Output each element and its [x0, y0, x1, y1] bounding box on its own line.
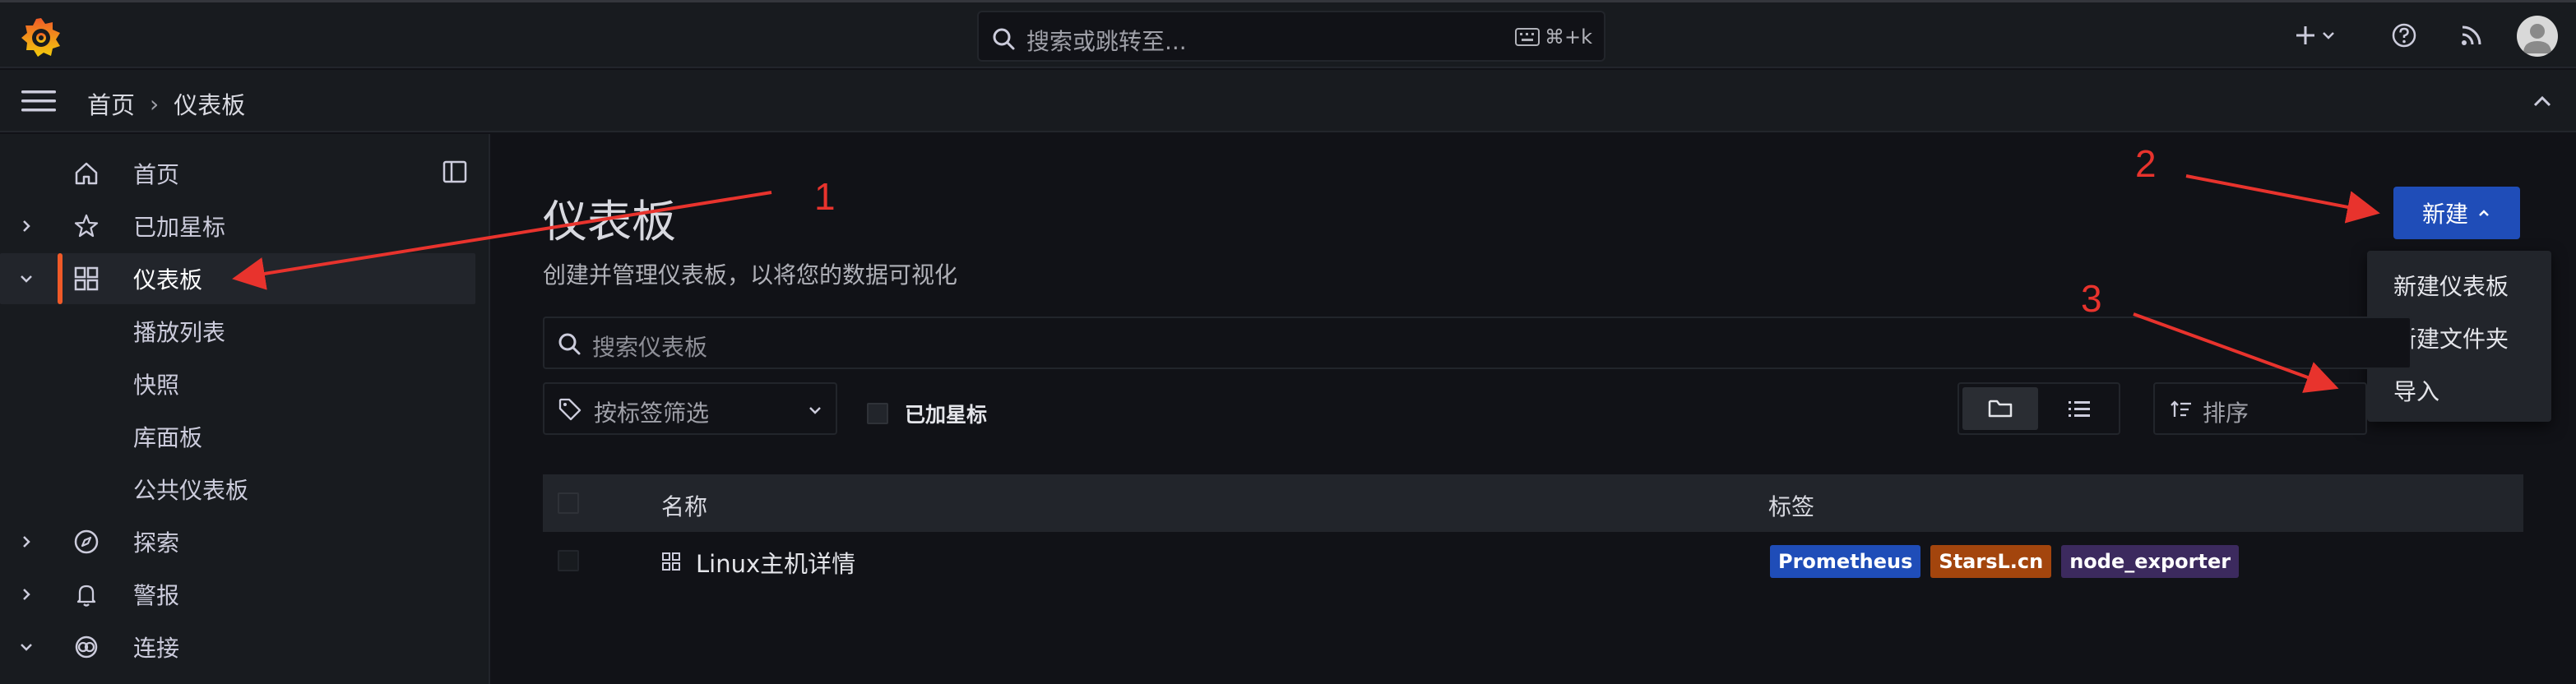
sidebar-item-label: 警报 [133, 582, 180, 609]
sidebar-item-starred[interactable]: 已加星标 [0, 201, 490, 252]
sort-placeholder: 排序 [2203, 400, 2249, 427]
compass-icon [74, 529, 99, 554]
add-new-button[interactable] [2291, 14, 2349, 57]
top-navbar: 搜索或跳转至... ⌘+k [0, 2, 2576, 68]
sidebar-item-label: 播放列表 [133, 319, 226, 346]
shortcut-text: ⌘+k [1544, 25, 1592, 49]
global-search-input[interactable]: 搜索或跳转至... ⌘+k [977, 11, 1605, 62]
sort-select[interactable]: 排序 [2153, 382, 2367, 435]
bell-icon [76, 585, 96, 607]
menu-icon[interactable] [21, 88, 56, 114]
sidebar-item-home[interactable]: 首页 [0, 148, 490, 199]
apps-icon [74, 266, 99, 291]
menu-item-new-dashboard[interactable]: 新建仪表板 [2393, 269, 2509, 302]
chevron-right-icon[interactable] [18, 534, 35, 550]
starred-label: 已加星标 [905, 403, 988, 427]
breadcrumb-home[interactable]: 首页 [87, 86, 135, 121]
annotation-number-1: 1 [814, 175, 836, 218]
tag-badge[interactable]: node_exporter [2061, 545, 2240, 578]
new-button[interactable]: 新建 [2393, 187, 2520, 239]
sidebar-item-snapshots[interactable]: 快照 [0, 358, 490, 409]
sidebar-item-dashboards[interactable]: 仪表板 [0, 253, 475, 304]
page-title: 仪表板 [543, 196, 676, 247]
chevron-right-icon[interactable] [18, 218, 35, 234]
chevron-down-icon[interactable] [18, 270, 35, 287]
sidebar-item-label: 已加星标 [133, 214, 226, 241]
active-indicator [58, 253, 63, 304]
folder-icon [1988, 400, 2013, 418]
tag-list: Prometheus StarsL.cn node_exporter [1770, 545, 2240, 578]
sidebar-item-connections[interactable]: 连接 [0, 622, 490, 672]
chevron-down-icon[interactable] [18, 639, 35, 655]
help-icon [2392, 23, 2416, 48]
help-button[interactable] [2390, 14, 2431, 57]
search-icon [558, 333, 581, 355]
grafana-logo[interactable] [18, 16, 64, 58]
avatar-icon [2523, 24, 2551, 53]
tag-filter-placeholder: 按标签筛选 [594, 400, 710, 427]
tag-badge[interactable]: Prometheus [1770, 545, 1921, 578]
news-button[interactable] [2458, 14, 2499, 57]
table-row[interactable]: Linux主机详情 Prometheus StarsL.cn node_expo… [543, 532, 2523, 591]
chevron-right-icon[interactable] [18, 586, 35, 603]
row-checkbox[interactable] [558, 550, 579, 571]
sidebar-item-library-panels[interactable]: 库面板 [0, 411, 490, 462]
sidebar-item-playlists[interactable]: 播放列表 [0, 306, 490, 357]
new-button-label: 新建 [2421, 201, 2468, 228]
column-header-tags: 标签 [1768, 493, 1815, 520]
home-icon [75, 162, 98, 185]
sidebar-item-label: 仪表板 [133, 266, 203, 293]
menu-item-import[interactable]: 导入 [2393, 374, 2439, 407]
table-header: 名称 标签 [543, 474, 2523, 532]
sidebar-item-public-dashboards[interactable]: 公共仪表板 [0, 464, 490, 515]
search-icon [993, 28, 1015, 50]
sidebar-item-explore[interactable]: 探索 [0, 516, 490, 567]
chevron-down-icon [809, 407, 821, 414]
page-subtitle: 创建并管理仪表板，以将您的数据可视化 [543, 261, 958, 289]
tag-filter-select[interactable]: 按标签筛选 [543, 382, 837, 435]
tag-icon [558, 398, 581, 421]
star-icon [74, 214, 99, 238]
dashboard-name-link[interactable]: Linux主机详情 [696, 545, 855, 580]
select-all-checkbox[interactable] [558, 492, 579, 514]
sidebar-item-label: 探索 [133, 529, 180, 557]
chevron-up-icon [2479, 210, 2489, 216]
rss-icon [2462, 25, 2481, 45]
column-header-name[interactable]: 名称 [661, 489, 707, 522]
chevron-down-icon [2323, 32, 2334, 39]
search-placeholder: 搜索仪表板 [592, 334, 708, 361]
list-icon [2069, 401, 2090, 417]
breadcrumb-dashboards[interactable]: 仪表板 [174, 86, 245, 121]
keyboard-icon [1514, 28, 1540, 46]
breadcrumb-separator: › [150, 90, 160, 118]
link-icon [75, 635, 98, 659]
apps-icon [662, 552, 680, 571]
breadcrumb: 首页 › 仪表板 [87, 86, 245, 121]
sort-icon [2171, 400, 2191, 417]
folder-view-button[interactable] [1962, 387, 2038, 430]
annotation-number-3: 3 [2081, 277, 2102, 320]
sidebar-item-label: 快照 [133, 372, 180, 399]
list-view-button[interactable] [2041, 387, 2117, 430]
sidebar: 首页 已加星标 仪表板 播放列表 快照 库面板 公共仪表板 探索 警报 连接 [0, 134, 490, 684]
main-content: 仪表板 创建并管理仪表板，以将您的数据可视化 新建 新建仪表板 新建文件夹 导入… [492, 134, 2576, 684]
sidebar-item-alerting[interactable]: 警报 [0, 569, 490, 620]
user-avatar[interactable] [2517, 16, 2558, 57]
plus-icon [2296, 26, 2314, 44]
annotation-number-2: 2 [2135, 142, 2157, 185]
sidebar-item-label: 公共仪表板 [133, 477, 249, 504]
sidebar-item-label: 连接 [133, 635, 180, 662]
chevron-up-icon[interactable] [2530, 90, 2555, 113]
view-toggle [1957, 382, 2120, 435]
sidebar-item-label: 库面板 [133, 424, 203, 451]
dashboard-search-input[interactable]: 搜索仪表板 [543, 317, 2412, 369]
sidebar-item-label: 首页 [133, 161, 180, 188]
breadcrumb-bar: 首页 › 仪表板 [0, 70, 2576, 132]
search-shortcut: ⌘+k [1514, 25, 1592, 49]
tag-badge[interactable]: StarsL.cn [1930, 545, 2052, 578]
starred-filter[interactable]: 已加星标 [867, 399, 987, 428]
search-placeholder: 搜索或跳转至... [1026, 28, 1187, 55]
starred-checkbox[interactable] [867, 403, 888, 424]
